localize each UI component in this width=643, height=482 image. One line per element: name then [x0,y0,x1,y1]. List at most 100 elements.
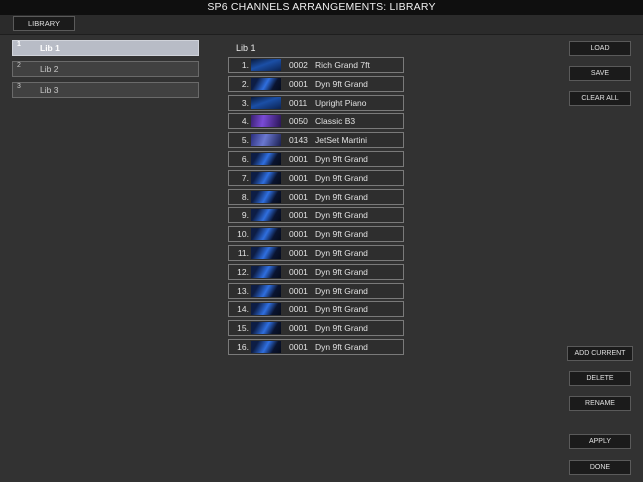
slot-number: 2. [241,78,249,89]
arrangement-slot-list: 1. 0002 Rich Grand 7ft 2. 0001 Dyn 9ft Grand 3… [228,57,404,358]
grand-thumbnail [251,246,281,259]
window-title: SP6 CHANNELS ARRANGEMENTS: LIBRARY [0,0,643,16]
program-number: 0001 [289,172,308,183]
program-number: 0143 [289,135,308,146]
program-name: Dyn 9ft Grand [315,229,368,240]
program-number: 0011 [289,97,308,108]
program-number: 0001 [289,304,308,315]
grand-thumbnail [251,322,281,335]
library-item-2[interactable]: 2 Lib 2 [12,61,199,77]
piano-thumbnail [251,96,281,109]
add-current-button[interactable]: ADD CURRENT [567,346,633,361]
library-list: 1 Lib 1 2 Lib 2 3 Lib 3 [12,40,199,103]
program-number: 0001 [289,341,308,352]
slot-number: 6. [241,153,249,164]
program-name: Dyn 9ft Grand [315,78,368,89]
slot-number: 10. [237,229,249,240]
arrangement-slot[interactable]: 11. 0001 Dyn 9ft Grand [228,244,404,261]
delete-button[interactable]: DELETE [569,371,631,386]
program-number: 0050 [289,116,308,127]
slot-number: 12. [237,266,249,277]
program-name: Upright Piano [315,97,367,108]
program-name: Dyn 9ft Grand [315,266,368,277]
program-name: Dyn 9ft Grand [315,304,368,315]
program-name: Dyn 9ft Grand [315,153,368,164]
grand-thumbnail [251,209,281,222]
rename-button[interactable]: RENAME [569,396,631,411]
program-number: 0001 [289,285,308,296]
arrangement-slot[interactable]: 5. 0143 JetSet Martini [228,132,404,149]
library-item-label: Lib 3 [40,85,59,95]
slot-number: 11. [237,247,249,258]
program-name: Dyn 9ft Grand [315,323,368,334]
arrangement-slot[interactable]: 7. 0001 Dyn 9ft Grand [228,169,404,186]
grand-thumbnail [251,265,281,278]
clear-all-button[interactable]: CLEAR ALL [569,91,631,106]
current-library-title: Lib 1 [236,43,256,53]
arrangement-slot[interactable]: 6. 0001 Dyn 9ft Grand [228,150,404,167]
slot-number: 8. [241,191,249,202]
program-number: 0001 [289,266,308,277]
slot-number: 16. [237,341,249,352]
arrangement-slot[interactable]: 16. 0001 Dyn 9ft Grand [228,338,404,355]
slot-number: 9. [241,210,249,221]
library-item-3[interactable]: 3 Lib 3 [12,82,199,98]
library-item-label: Lib 1 [40,43,60,53]
library-button[interactable]: LIBRARY [13,16,75,31]
program-name: Rich Grand 7ft [315,60,370,70]
arrangement-slot[interactable]: 15. 0001 Dyn 9ft Grand [228,320,404,337]
grand-thumbnail [251,303,281,316]
slot-number: 3. [241,97,249,108]
program-name: Dyn 9ft Grand [315,172,368,183]
arrangement-slot[interactable]: 10. 0001 Dyn 9ft Grand [228,226,404,243]
arrangement-slot[interactable]: 2. 0001 Dyn 9ft Grand [228,75,404,92]
program-name: Dyn 9ft Grand [315,285,368,296]
organ-thumbnail [251,115,281,128]
arrangement-slot[interactable]: 8. 0001 Dyn 9ft Grand [228,188,404,205]
program-number: 0001 [289,229,308,240]
arrangement-slot[interactable]: 4. 0050 Classic B3 [228,113,404,130]
piano-thumbnail [251,59,281,71]
slot-number: 7. [241,172,249,183]
arrangement-slot[interactable]: 3. 0011 Upright Piano [228,94,404,111]
grand-thumbnail [251,171,281,184]
done-button[interactable]: DONE [569,460,631,475]
program-number: 0001 [289,247,308,258]
arrangement-slot[interactable]: 9. 0001 Dyn 9ft Grand [228,207,404,224]
slot-number: 4. [241,116,249,127]
arrangement-slot[interactable]: 14. 0001 Dyn 9ft Grand [228,301,404,318]
program-number: 0001 [289,323,308,334]
program-number: 0001 [289,153,308,164]
program-name: Classic B3 [315,116,356,127]
library-item-number: 2 [17,62,21,69]
slot-number: 1. [241,60,249,70]
arrangement-slot[interactable]: 1. 0002 Rich Grand 7ft [228,57,404,73]
slot-number: 13. [237,285,249,296]
program-number: 0001 [289,210,308,221]
library-item-1[interactable]: 1 Lib 1 [12,40,199,56]
arrangement-slot[interactable]: 13. 0001 Dyn 9ft Grand [228,282,404,299]
grand-thumbnail [251,228,281,241]
epiano-thumbnail [251,134,281,147]
grand-thumbnail [251,77,281,90]
save-button[interactable]: SAVE [569,66,631,81]
library-item-label: Lib 2 [40,64,59,74]
apply-button[interactable]: APPLY [569,434,631,449]
slot-number: 15. [237,323,249,334]
program-number: 0001 [289,78,308,89]
library-item-number: 1 [17,41,21,48]
grand-thumbnail [251,340,281,353]
slot-number: 5. [241,135,249,146]
program-number: 0002 [289,60,308,70]
program-number: 0001 [289,191,308,202]
library-item-number: 3 [17,83,21,90]
top-toolbar [0,15,643,35]
program-name: Dyn 9ft Grand [315,247,368,258]
arrangement-slot[interactable]: 12. 0001 Dyn 9ft Grand [228,263,404,280]
load-button[interactable]: LOAD [569,41,631,56]
program-name: Dyn 9ft Grand [315,210,368,221]
program-name: JetSet Martini [315,135,367,146]
program-name: Dyn 9ft Grand [315,341,368,352]
program-name: Dyn 9ft Grand [315,191,368,202]
slot-number: 14. [237,304,249,315]
